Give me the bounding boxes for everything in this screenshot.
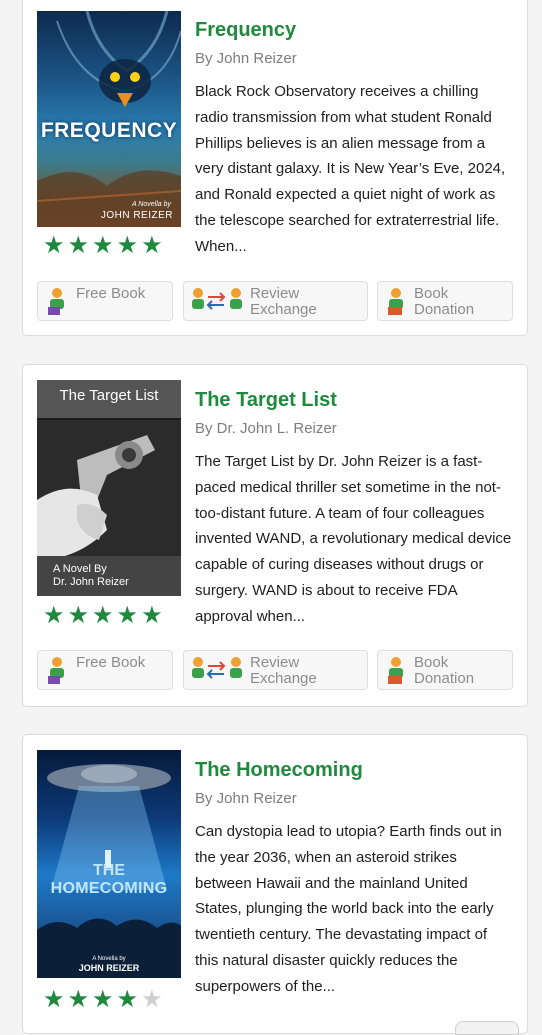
book-label-line: Book — [414, 654, 449, 671]
cover-art — [37, 420, 181, 560]
donation-label-line: Donation — [414, 301, 475, 318]
book-label-line: Book — [414, 285, 449, 302]
star-icon: ★ — [43, 602, 68, 629]
cover-author: JOHN REIZER — [78, 963, 140, 973]
star-icon: ★ — [67, 986, 93, 1013]
book-cover[interactable]: FREQUENCY A Novella by JOHN REIZER — [37, 11, 181, 227]
free-book-button[interactable]: Free Book — [37, 650, 173, 690]
cover-tagline: A Novel By — [53, 563, 107, 575]
book-card: FREQUENCY A Novella by JOHN REIZER ★★★★★… — [22, 0, 528, 336]
book-donation-icon — [384, 656, 408, 686]
cover-tagline: A Novella by — [92, 956, 126, 962]
free-book-icon — [44, 656, 70, 686]
review-label-line: Review — [250, 285, 300, 302]
cover-title: The Target List — [59, 387, 159, 404]
free-book-label: Free Book — [76, 654, 146, 671]
review-label-line: Review — [250, 654, 300, 671]
star-icon: ★ — [67, 602, 93, 629]
book-card: The Target List A Novel By Dr. John Reiz… — [22, 364, 528, 707]
review-exchange-icon — [190, 656, 244, 686]
star-icon: ★ — [92, 602, 117, 629]
star-empty-icon: ★ — [141, 986, 166, 1013]
donation-label-line: Donation — [414, 670, 475, 687]
book-author[interactable]: By Dr. John L. Reizer — [195, 419, 513, 439]
star-icon: ★ — [141, 602, 166, 629]
book-donation-label: Book Donation — [414, 655, 474, 687]
book-donation-label: Book Donation — [414, 286, 474, 318]
star-icon: ★ — [116, 602, 142, 629]
free-book-button[interactable]: Free Book — [37, 281, 173, 321]
free-book-label: Free Book — [76, 285, 146, 302]
cover-author: JOHN REIZER — [100, 210, 173, 221]
book-info: The Target List By Dr. John L. Reizer Th… — [195, 387, 513, 630]
star-icon: ★ — [116, 986, 142, 1013]
review-exchange-label: Review Exchange — [250, 286, 317, 318]
book-title[interactable]: Frequency — [195, 17, 513, 43]
cover-title: FREQUENCY — [40, 119, 178, 142]
review-exchange-icon — [190, 287, 244, 317]
book-author[interactable]: By John Reizer — [195, 49, 513, 69]
review-exchange-button[interactable]: Review Exchange — [183, 650, 368, 690]
cover-author: Dr. John Reizer — [53, 576, 129, 588]
book-description: Black Rock Observatory receives a chilli… — [195, 83, 506, 255]
book-cover[interactable]: THE HOMECOMING A Novella by JOHN REIZER — [37, 750, 181, 978]
book-title[interactable]: The Homecoming — [195, 757, 513, 783]
star-rating: ★★★★★ — [43, 604, 166, 628]
book-donation-button[interactable]: Book Donation — [377, 281, 513, 321]
star-icon: ★ — [141, 232, 166, 259]
book-author[interactable]: By John Reizer — [195, 789, 513, 809]
review-exchange-label: Review Exchange — [250, 655, 317, 687]
free-book-icon — [44, 287, 70, 317]
star-icon: ★ — [92, 232, 117, 259]
star-icon: ★ — [67, 232, 93, 259]
book-donation-icon — [384, 287, 408, 317]
star-icon: ★ — [43, 986, 68, 1013]
star-icon: ★ — [43, 232, 68, 259]
book-donation-button[interactable]: Book Donation — [377, 650, 513, 690]
cover-title-line-2: HOMECOMING — [50, 880, 168, 897]
book-description: The Target List by Dr. John Reizer is a … — [195, 453, 512, 625]
star-icon: ★ — [116, 232, 142, 259]
cover-tagline: A Novella by — [131, 201, 171, 208]
book-title[interactable]: The Target List — [195, 387, 513, 413]
review-exchange-button[interactable]: Review Exchange — [183, 281, 368, 321]
exchange-label-line: Exchange — [250, 301, 317, 318]
cover-title-line-1: THE — [93, 862, 125, 879]
book-card: THE HOMECOMING A Novella by JOHN REIZER … — [22, 734, 528, 1035]
star-icon: ★ — [92, 986, 117, 1013]
book-info: Frequency By John Reizer Black Rock Obse… — [195, 17, 513, 260]
exchange-label-line: Exchange — [250, 670, 317, 687]
star-rating: ★★★★★ — [43, 234, 166, 258]
star-rating: ★★★★★ — [43, 988, 166, 1012]
book-cover[interactable]: The Target List A Novel By Dr. John Reiz… — [37, 380, 181, 596]
book-description: Can dystopia lead to utopia? Earth finds… — [195, 823, 502, 995]
book-info: The Homecoming By John Reizer Can dystop… — [195, 757, 513, 1000]
partial-button[interactable] — [455, 1021, 519, 1035]
